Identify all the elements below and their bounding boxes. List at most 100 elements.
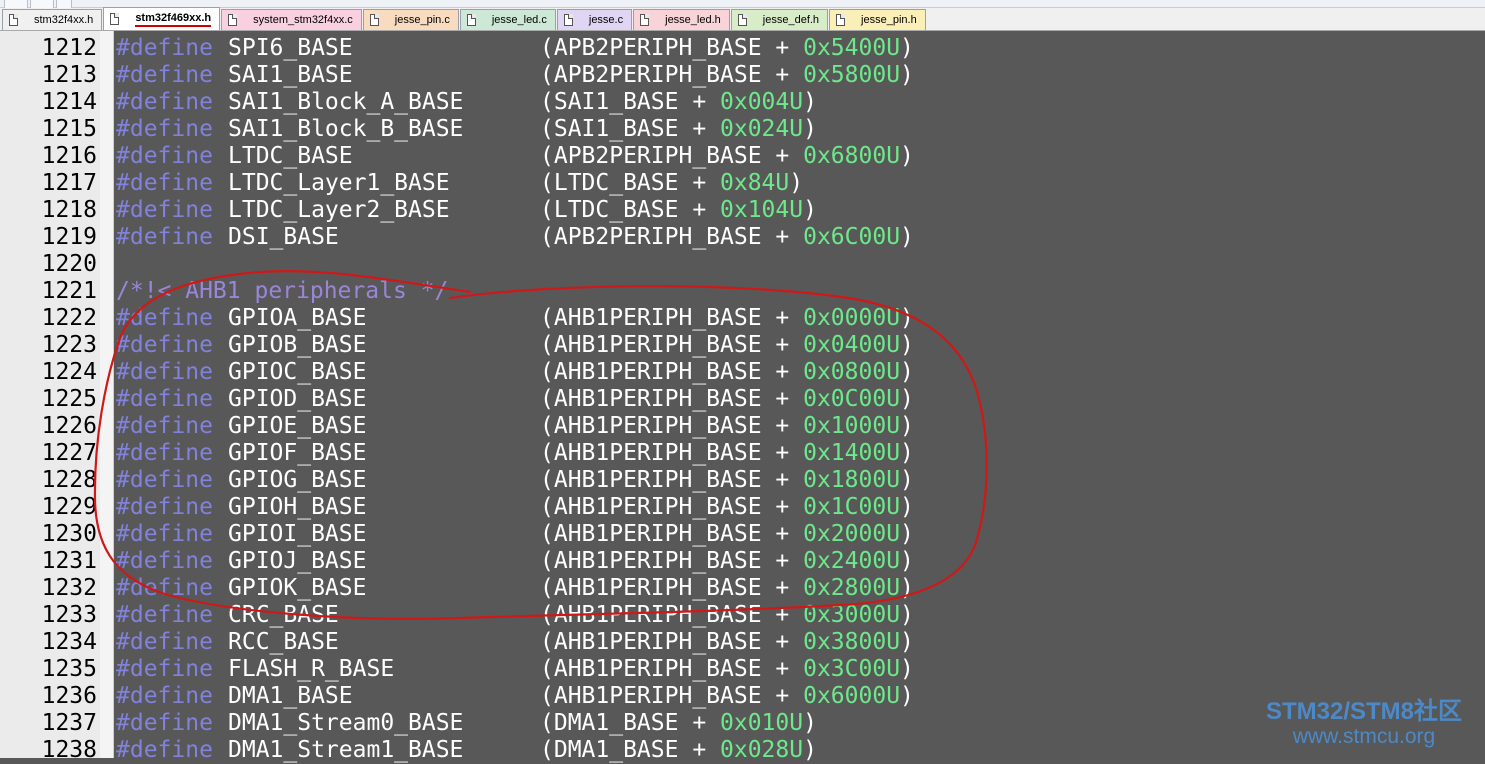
- code-line[interactable]: 1235 #define FLASH_R_BASE (AHB1PERIPH_BASE …: [0, 656, 1485, 683]
- code-line[interactable]: 1226 #define GPIOE_BASE (AHB1PERIPH_BASE + …: [0, 413, 1485, 440]
- tab-jesse-led-h[interactable]: jesse_led.h: [633, 9, 730, 30]
- hex-literal: 0x5800U: [803, 62, 901, 88]
- code-line[interactable]: 1223 #define GPIOB_BASE (AHB1PERIPH_BASE + …: [0, 332, 1485, 359]
- macro-value: (APB2PERIPH_BASE + 0x5800U): [540, 62, 914, 89]
- tab-system-stm32f4xx-c[interactable]: system_stm32f4xx.c: [221, 9, 362, 30]
- macro-expression: (APB2PERIPH_BASE +: [540, 62, 804, 88]
- macro-name: GPIOK_BASE: [228, 575, 367, 601]
- code-line[interactable]: 1216 #define LTDC_BASE (APB2PERIPH_BASE + 0…: [0, 143, 1485, 170]
- macro-expression: (APB2PERIPH_BASE +: [540, 143, 804, 169]
- tab-jesse-pin-c[interactable]: jesse_pin.c: [362, 9, 459, 30]
- code-line[interactable]: 1234 #define RCC_BASE (AHB1PERIPH_BASE + 0x…: [0, 629, 1485, 656]
- code-line[interactable]: 1227 #define GPIOF_BASE (AHB1PERIPH_BASE + …: [0, 440, 1485, 467]
- code-line[interactable]: 1222 #define GPIOA_BASE (AHB1PERIPH_BASE + …: [0, 305, 1485, 332]
- file-tab-bar: stm32f4xx.h stm32f469xx.h system_stm32f4xx…: [0, 7, 1485, 31]
- macro-name: GPIOF_BASE: [228, 440, 367, 466]
- code-line[interactable]: 1217 #define LTDC_Layer1_BASE (LTDC_BASE + …: [0, 170, 1485, 197]
- macro-name: GPIOH_BASE: [228, 494, 367, 520]
- tab-label: jesse_pin.c: [394, 14, 450, 26]
- code-line[interactable]: 1228 #define GPIOG_BASE (AHB1PERIPH_BASE + …: [0, 467, 1485, 494]
- code-line[interactable]: 1229 #define GPIOH_BASE (AHB1PERIPH_BASE + …: [0, 494, 1485, 521]
- closing-paren: ): [900, 521, 914, 547]
- macro-value: (SAI1_BASE + 0x004U): [540, 89, 817, 116]
- macro-name: LTDC_Layer1_BASE: [228, 170, 450, 196]
- macro-value: (AHB1PERIPH_BASE + 0x3800U): [540, 629, 914, 656]
- code-line[interactable]: 1214 #define SAI1_Block_A_BASE (SAI1_BASE +…: [0, 89, 1485, 116]
- hex-literal: 0x1400U: [803, 440, 901, 466]
- tab-stm32f4xx-h[interactable]: stm32f4xx.h: [2, 9, 103, 30]
- closing-paren: ): [900, 683, 914, 709]
- tab-jesse-led-c[interactable]: jesse_led.c: [459, 9, 556, 30]
- code-line[interactable]: 1220: [0, 251, 1485, 278]
- line-number: 1228: [41, 467, 97, 493]
- code-line[interactable]: 1225 #define GPIOD_BASE (AHB1PERIPH_BASE + …: [0, 386, 1485, 413]
- macro-value: (APB2PERIPH_BASE + 0x6C00U): [540, 224, 914, 251]
- macro-expression: (AHB1PERIPH_BASE +: [540, 494, 804, 520]
- tab-label: jesse_led.h: [665, 14, 721, 26]
- macro-value: (AHB1PERIPH_BASE + 0x0000U): [540, 305, 914, 332]
- hex-literal: 0x024U: [720, 116, 804, 142]
- closing-paren: ): [803, 710, 817, 736]
- tab-stm32f469xx-h[interactable]: stm32f469xx.h: [103, 7, 221, 30]
- macro-expression: (APB2PERIPH_BASE +: [540, 224, 804, 250]
- macro-name: GPIOJ_BASE: [228, 548, 367, 574]
- macro-value: (AHB1PERIPH_BASE + 0x1400U): [540, 440, 914, 467]
- closing-paren: ): [900, 305, 914, 331]
- code-line[interactable]: 1215 #define SAI1_Block_B_BASE (SAI1_BASE +…: [0, 116, 1485, 143]
- line-number: 1224: [41, 359, 97, 385]
- preprocessor-keyword: #define: [116, 629, 213, 655]
- tab-label: jesse_def.h: [762, 14, 820, 26]
- macro-value: (AHB1PERIPH_BASE + 0x2800U): [540, 575, 914, 602]
- macro-expression: (AHB1PERIPH_BASE +: [540, 575, 804, 601]
- macro-name: GPIOE_BASE: [228, 413, 367, 439]
- hex-literal: 0x2800U: [803, 575, 901, 601]
- closing-paren: ): [803, 116, 817, 142]
- code-line[interactable]: 1219 #define DSI_BASE (APB2PERIPH_BASE + 0x…: [0, 224, 1485, 251]
- preprocessor-keyword: #define: [116, 143, 213, 169]
- macro-name: SAI1_Block_A_BASE: [228, 89, 464, 115]
- code-line[interactable]: 1233 #define CRC_BASE (AHB1PERIPH_BASE + 0x…: [0, 602, 1485, 629]
- closing-paren: ): [900, 143, 914, 169]
- preprocessor-keyword: #define: [116, 440, 213, 466]
- tab-label: jesse_led.c: [491, 14, 547, 26]
- preprocessor-keyword: #define: [116, 602, 213, 628]
- macro-expression: (SAI1_BASE +: [540, 89, 721, 115]
- code-line[interactable]: 1218 #define LTDC_Layer2_BASE (LTDC_BASE + …: [0, 197, 1485, 224]
- preprocessor-keyword: #define: [116, 467, 213, 493]
- macro-name: SAI1_Block_B_BASE: [228, 116, 464, 142]
- closing-paren: ): [900, 224, 914, 250]
- top-toolbar-strip: [0, 0, 1485, 9]
- watermark-title: STM32/STM8社区: [1265, 698, 1463, 725]
- preprocessor-keyword: #define: [116, 170, 213, 196]
- preprocessor-keyword: #define: [116, 710, 213, 736]
- file-icon: [369, 14, 379, 26]
- tab-jesse-pin-h[interactable]: jesse_pin.h: [829, 9, 926, 30]
- macro-value: (AHB1PERIPH_BASE + 0x3000U): [540, 602, 914, 629]
- closing-paren: ): [789, 170, 804, 196]
- line-number: 1216: [41, 143, 97, 169]
- code-line[interactable]: 1231 #define GPIOJ_BASE (AHB1PERIPH_BASE + …: [0, 548, 1485, 575]
- file-icon: [228, 14, 238, 26]
- macro-value: (AHB1PERIPH_BASE + 0x0C00U): [540, 386, 914, 413]
- code-line[interactable]: 1224 #define GPIOC_BASE (AHB1PERIPH_BASE + …: [0, 359, 1485, 386]
- macro-name: GPIOD_BASE: [228, 386, 367, 412]
- hex-literal: 0x0800U: [803, 359, 901, 385]
- closing-paren: ): [900, 413, 914, 439]
- code-line[interactable]: 1221 /*!< AHB1 peripherals */: [0, 278, 1485, 305]
- line-number: 1234: [41, 629, 97, 655]
- macro-value: (SAI1_BASE + 0x024U): [540, 116, 817, 143]
- code-line[interactable]: 1230 #define GPIOI_BASE (AHB1PERIPH_BASE + …: [0, 521, 1485, 548]
- code-line[interactable]: 1213 #define SAI1_BASE (APB2PERIPH_BASE + 0…: [0, 62, 1485, 89]
- code-editor[interactable]: 1212 #define SPI6_BASE (APB2PERIPH_BASE + 0…: [0, 35, 1485, 764]
- preprocessor-keyword: #define: [116, 332, 213, 358]
- macro-expression: (LTDC_BASE +: [540, 170, 721, 196]
- code-line[interactable]: 1212 #define SPI6_BASE (APB2PERIPH_BASE + 0…: [0, 35, 1485, 62]
- tab-jesse-def-h[interactable]: jesse_def.h: [730, 9, 829, 30]
- closing-paren: ): [803, 737, 817, 763]
- code-line[interactable]: 1232 #define GPIOK_BASE (AHB1PERIPH_BASE + …: [0, 575, 1485, 602]
- macro-value: (AHB1PERIPH_BASE + 0x1800U): [540, 467, 914, 494]
- macro-value: (AHB1PERIPH_BASE + 0x1C00U): [540, 494, 914, 521]
- file-icon: [466, 14, 476, 26]
- macro-expression: (AHB1PERIPH_BASE +: [540, 386, 804, 412]
- tab-jesse-c[interactable]: jesse.c: [556, 9, 633, 30]
